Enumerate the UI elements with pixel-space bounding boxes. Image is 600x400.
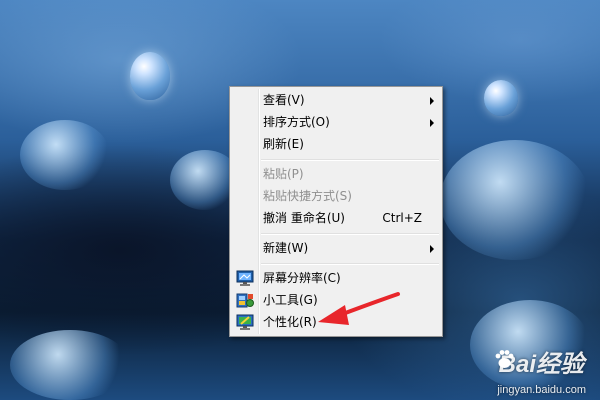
menu-item-label: 粘贴快捷方式(S) (263, 189, 352, 203)
submenu-arrow-icon (430, 119, 434, 127)
menu-item-label: 粘贴(P) (263, 167, 304, 181)
water-splash (440, 140, 590, 260)
menu-item-label: 小工具(G) (263, 293, 318, 307)
menu-item-label: 刷新(E) (263, 137, 304, 151)
menu-item-undo-rename[interactable]: 撤消 重命名(U) Ctrl+Z (232, 208, 440, 229)
menu-item-personalize[interactable]: 个性化(R) (232, 312, 440, 333)
personalize-icon (236, 314, 254, 331)
menu-item-sort-by[interactable]: 排序方式(O) (232, 112, 440, 133)
water-splash (10, 330, 130, 400)
water-drop (130, 52, 170, 100)
desktop-context-menu: 查看(V) 排序方式(O) 刷新(E) 粘贴(P) 粘贴快捷方式(S) 撤消 重… (229, 86, 443, 337)
menu-item-label: 个性化(R) (263, 315, 317, 329)
baidu-jingyan-watermark: Bai经验 jingyan.baidu.com (440, 344, 590, 396)
gadgets-icon (236, 292, 254, 309)
menu-item-label: 查看(V) (263, 93, 305, 107)
baidu-paw-icon (495, 350, 514, 368)
menu-separator (261, 233, 439, 235)
menu-item-view[interactable]: 查看(V) (232, 90, 440, 111)
watermark-url: jingyan.baidu.com (497, 384, 586, 396)
menu-item-label: 撤消 重命名(U) (263, 211, 345, 225)
screen-resolution-icon (236, 270, 254, 287)
submenu-arrow-icon (430, 245, 434, 253)
water-splash (20, 120, 110, 190)
menu-item-refresh[interactable]: 刷新(E) (232, 134, 440, 155)
menu-item-label: 新建(W) (263, 241, 309, 255)
menu-item-label: 屏幕分辨率(C) (263, 271, 341, 285)
menu-item-shortcut: Ctrl+Z (382, 211, 422, 225)
menu-separator (261, 159, 439, 161)
menu-item-new[interactable]: 新建(W) (232, 238, 440, 259)
desktop-background[interactable]: 查看(V) 排序方式(O) 刷新(E) 粘贴(P) 粘贴快捷方式(S) 撤消 重… (0, 0, 600, 400)
menu-item-label: 排序方式(O) (263, 115, 330, 129)
menu-separator (261, 263, 439, 265)
submenu-arrow-icon (430, 97, 434, 105)
menu-item-paste-shortcut[interactable]: 粘贴快捷方式(S) (232, 186, 440, 207)
menu-item-gadgets[interactable]: 小工具(G) (232, 290, 440, 311)
menu-item-paste[interactable]: 粘贴(P) (232, 164, 440, 185)
water-drop (484, 80, 518, 116)
menu-item-screen-resolution[interactable]: 屏幕分辨率(C) (232, 268, 440, 289)
